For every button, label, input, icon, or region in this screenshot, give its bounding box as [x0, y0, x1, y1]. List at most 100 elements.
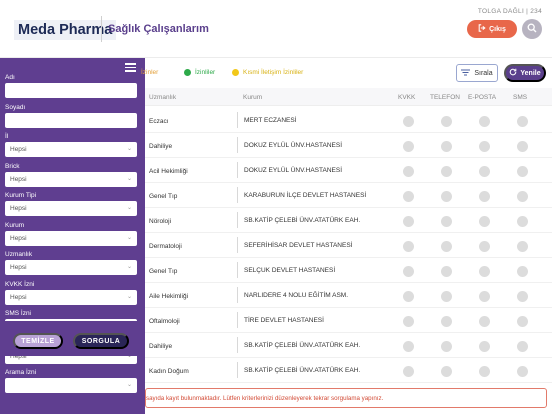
table-row[interactable]: Oftalmoloji TİRE DEVLET HASTANESİ: [145, 308, 552, 333]
chevron-down-icon: ⌄: [126, 205, 132, 211]
filter-select[interactable]: ⌄: [5, 378, 137, 393]
filter-field: Soyadı: [5, 104, 137, 128]
column-header-email[interactable]: E-POSTA: [468, 94, 496, 101]
kvkk-status-icon: [403, 266, 414, 277]
filter-select-value: Hepsi: [10, 293, 27, 301]
phone-status-icon: [441, 216, 452, 227]
error-message-text: sayıda kayıt bulunmaktadır. Lütfen krite…: [146, 395, 384, 402]
cell-specialty: Aile Hekimliği: [149, 293, 189, 300]
app: Meda Pharma Sağlık Çalışanlarım TOLGA DA…: [0, 0, 552, 414]
table-row[interactable]: Dahiliye DOKUZ EYLÜL ÜNV.HASTANESİ: [145, 133, 552, 158]
email-status-icon: [479, 366, 490, 377]
column-header-phone[interactable]: TELEFON: [430, 94, 460, 101]
user-info: TOLGA DAĞLI | 234: [477, 8, 542, 15]
filter-select[interactable]: Hepsi ⌄: [5, 289, 137, 305]
cell-specialty: Acil Hekimliği: [149, 168, 188, 175]
sms-status-icon: [517, 316, 528, 327]
clear-button[interactable]: TEMİZLE: [13, 333, 63, 349]
legend-permitted: İzinliler: [184, 69, 215, 76]
filter-select[interactable]: Hepsi ⌄: [5, 230, 137, 246]
page-title: Sağlık Çalışanlarım: [108, 23, 209, 35]
table-row[interactable]: Kadın Doğum SB.KATİP ÇELEBİ ÜNV.ATATÜRK E…: [145, 358, 552, 383]
column-header-sms[interactable]: SMS: [513, 94, 527, 101]
table-row[interactable]: Nöroloji SB.KATİP ÇELEBİ ÜNV.ATATÜRK EAH.: [145, 208, 552, 233]
error-message: sayıda kayıt bulunmaktadır. Lütfen krite…: [145, 388, 547, 408]
filter-field-label: KVKK İzni: [5, 280, 35, 288]
column-header-kvkk[interactable]: KVKK: [398, 94, 415, 101]
filter-field: Kurum Tipi Hepsi ⌄: [5, 192, 137, 216]
table-row[interactable]: Acil Hekimliği DOKUZ EYLÜL ÜNV.HASTANESİ: [145, 158, 552, 183]
kvkk-status-icon: [403, 341, 414, 352]
cell-institution: MERT ECZANESİ: [237, 112, 297, 128]
filter-select[interactable]: Hepsi ⌄: [5, 171, 137, 187]
cell-institution: DOKUZ EYLÜL ÜNV.HASTANESİ: [237, 162, 342, 178]
table-row[interactable]: Genel Tıp SELÇUK DEVLET HASTANESİ: [145, 258, 552, 283]
table-row[interactable]: Aile Hekimliği NARLIDERE 4 NOLU EĞİTİM AS…: [145, 283, 552, 308]
filter-select[interactable]: Hepsi ⌄: [5, 142, 137, 157]
logout-button[interactable]: Çıkış: [467, 20, 517, 38]
filter-field-label: Kurum Tipi: [5, 192, 37, 199]
column-header-institution[interactable]: Kurum: [243, 94, 262, 101]
email-status-icon: [479, 241, 490, 252]
cell-institution: SEFERİHİSAR DEVLET HASTANESİ: [237, 237, 352, 253]
filter-field: Kurum Hepsi ⌄: [5, 222, 137, 246]
table-row[interactable]: Eczacı MERT ECZANESİ: [145, 108, 552, 133]
cell-institution: DOKUZ EYLÜL ÜNV.HASTANESİ: [237, 137, 342, 153]
chevron-down-icon: ⌄: [126, 146, 132, 152]
legend-permitted-label: İzinliler: [195, 69, 216, 76]
filter-field-label: Uzmanlık: [5, 251, 33, 258]
sms-status-icon: [517, 141, 528, 152]
filter-select[interactable]: Hepsi ⌄: [5, 260, 137, 275]
phone-status-icon: [441, 341, 452, 352]
filter-field: Arama İzni ⌄: [5, 369, 137, 393]
table-row[interactable]: Dermatoloji SEFERİHİSAR DEVLET HASTANESİ: [145, 233, 552, 258]
chevron-down-icon: ⌄: [126, 293, 132, 300]
phone-status-icon: [441, 166, 452, 177]
kvkk-status-icon: [403, 141, 414, 152]
yellow-dot-icon: [232, 69, 239, 76]
query-button[interactable]: SORGULA: [73, 333, 129, 349]
header: Meda Pharma Sağlık Çalışanlarım TOLGA DA…: [0, 0, 552, 58]
legend-permissions: İzinler: [141, 69, 158, 76]
refresh-label: Yenile: [520, 69, 541, 77]
sms-status-icon: [517, 191, 528, 202]
cell-specialty: Eczacı: [149, 118, 169, 125]
sms-status-icon: [517, 116, 528, 127]
cell-specialty: Genel Tıp: [149, 193, 178, 200]
column-header-specialty[interactable]: Uzmanlık: [149, 94, 176, 101]
filter-field-label: Brick: [5, 162, 20, 170]
filter-field-label: Arama İzni: [5, 369, 37, 376]
sort-icon: [461, 69, 471, 78]
table-row[interactable]: Genel Tıp KARABURUN İLÇE DEVLET HASTANESİ: [145, 183, 552, 208]
search-button[interactable]: [522, 19, 542, 39]
kvkk-status-icon: [403, 291, 414, 302]
sort-button[interactable]: Sırala: [456, 64, 498, 82]
cell-specialty: Nöroloji: [149, 218, 172, 225]
legend-partial: Kısmi İletişim İzinliler: [232, 69, 303, 76]
email-status-icon: [479, 216, 490, 227]
chevron-down-icon: ⌄: [126, 382, 132, 388]
filter-select-value: Hepsi: [10, 264, 27, 271]
table-row[interactable]: Dahiliye SB.KATİP ÇELEBİ ÜNV.ATATÜRK EAH.: [145, 333, 552, 358]
cell-specialty: Genel Tıp: [149, 268, 178, 275]
filter-field: Adı: [5, 74, 137, 98]
filter-select[interactable]: Hepsi ⌄: [5, 201, 137, 216]
legend-permissions-label: İzinler: [141, 69, 159, 76]
kvkk-status-icon: [403, 166, 414, 177]
sms-status-icon: [517, 166, 528, 177]
chevron-down-icon: ⌄: [126, 234, 132, 241]
email-status-icon: [479, 141, 490, 152]
sms-status-icon: [517, 366, 528, 377]
email-status-icon: [479, 191, 490, 202]
cell-specialty: Dermatoloji: [149, 243, 182, 250]
refresh-button[interactable]: Yenile: [504, 64, 546, 82]
filter-text-input[interactable]: [5, 83, 137, 98]
logout-label: Çıkış: [489, 25, 506, 33]
cell-specialty: Kadın Doğum: [149, 368, 189, 375]
email-status-icon: [479, 316, 490, 327]
kvkk-status-icon: [403, 216, 414, 227]
filter-text-input[interactable]: [5, 112, 137, 128]
kvkk-status-icon: [403, 241, 414, 252]
hamburger-menu-icon[interactable]: [125, 63, 136, 74]
sms-status-icon: [517, 216, 528, 227]
